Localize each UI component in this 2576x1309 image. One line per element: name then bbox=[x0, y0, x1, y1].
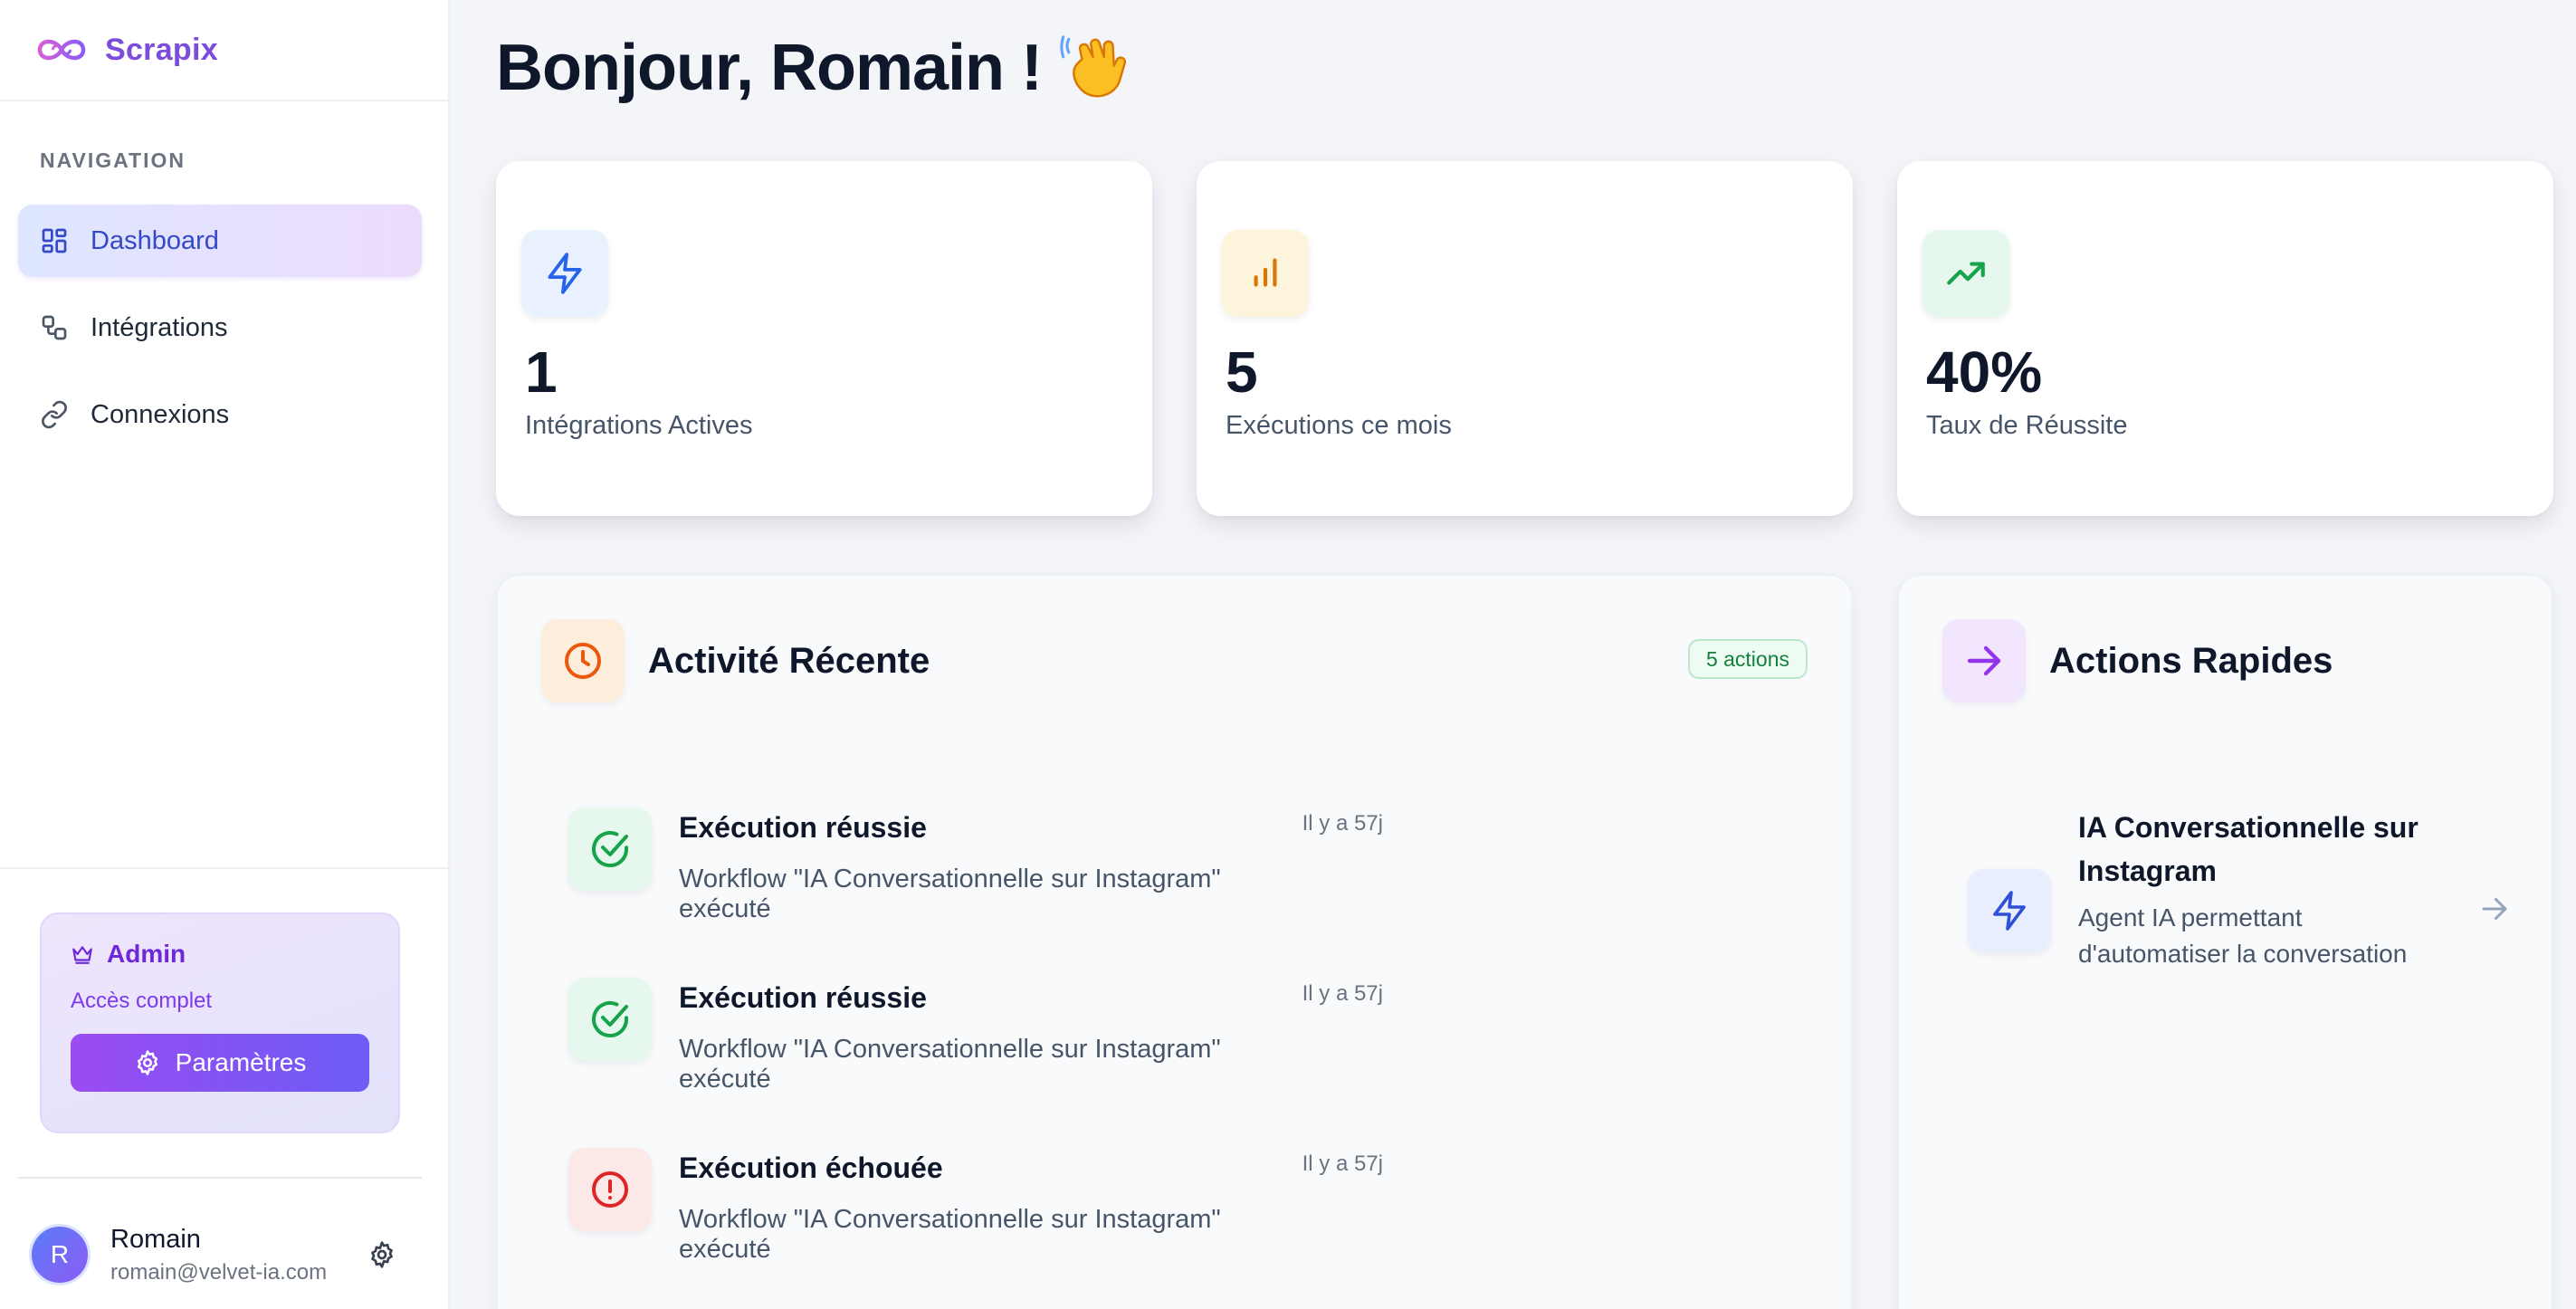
activity-status-icon bbox=[568, 807, 652, 891]
activity-time: Il y a 57j bbox=[1302, 1151, 1383, 1176]
nav-section-title: NAVIGATION bbox=[40, 148, 186, 172]
check-circle-icon bbox=[592, 1001, 628, 1037]
bar-chart-icon bbox=[1254, 258, 1277, 287]
recent-activity-panel: Activité Récente 5 actions Exécution réu… bbox=[496, 574, 1853, 1309]
actions-count-badge: 5 actions bbox=[1687, 639, 1808, 679]
arrow-right-icon bbox=[1967, 645, 2001, 676]
quick-action-description: Agent IA permettant d'automatiser la con… bbox=[2078, 903, 2408, 968]
lightning-icon bbox=[1993, 891, 2026, 931]
stat-value: 40% bbox=[1926, 339, 2043, 405]
stat-label: Taux de Réussite bbox=[1926, 411, 2128, 440]
list-item[interactable]: Exécution réussie Workflow "IA Conversat… bbox=[568, 978, 1383, 1113]
link-icon bbox=[42, 400, 67, 429]
stat-card-executions: 5 Exécutions ce mois bbox=[1197, 161, 1853, 516]
stat-label: Exécutions ce mois bbox=[1226, 411, 1452, 440]
user-email: romain@velvet-ia.com bbox=[110, 1259, 328, 1285]
brand-name: Scrapix bbox=[105, 32, 218, 67]
infinity-logo-icon bbox=[37, 39, 86, 61]
sidebar: Scrapix NAVIGATION Dashboard Intégration… bbox=[0, 0, 450, 1309]
panel-icon bbox=[541, 619, 625, 702]
activity-time: Il y a 57j bbox=[1302, 811, 1383, 836]
dashboard-grid-icon bbox=[42, 228, 67, 253]
clock-icon bbox=[565, 643, 601, 679]
waving-hand-icon bbox=[1060, 35, 1127, 98]
sidebar-nav: Dashboard Intégrations Connexions bbox=[18, 205, 422, 465]
page-title: Bonjour, Romain ! bbox=[496, 31, 1131, 105]
settings-button-label: Paramètres bbox=[175, 1048, 307, 1076]
sidebar-item-dashboard[interactable]: Dashboard bbox=[18, 205, 422, 277]
user-name: Romain bbox=[110, 1224, 201, 1254]
sidebar-item-label: Connexions bbox=[91, 399, 230, 429]
stat-icon bbox=[1222, 230, 1309, 317]
gear-icon[interactable] bbox=[367, 1240, 396, 1269]
list-item[interactable]: Exécution réussie Workflow "IA Conversat… bbox=[568, 807, 1383, 943]
quick-action-item[interactable]: IA Conversationnelle sur Instagram Agent… bbox=[1968, 806, 2511, 1041]
crown-icon bbox=[72, 946, 92, 964]
quick-action-body: IA Conversationnelle sur Instagram Agent… bbox=[2078, 806, 2440, 972]
panel-header: Actions Rapides bbox=[1942, 619, 2333, 702]
greeting-text: Bonjour, Romain ! bbox=[496, 32, 1043, 104]
arrow-right-icon[interactable] bbox=[2478, 893, 2511, 925]
activity-status-icon bbox=[568, 1148, 652, 1231]
activity-description: Workflow "IA Conversationnelle sur Insta… bbox=[679, 1205, 1221, 1264]
quick-action-title: IA Conversationnelle sur Instagram bbox=[2078, 811, 2419, 887]
activity-title: Exécution réussie bbox=[679, 981, 927, 1014]
activity-body: Exécution échouée Workflow "IA Conversat… bbox=[679, 1148, 1302, 1284]
admin-card: Admin Accès complet Paramètres bbox=[40, 912, 400, 1133]
activity-status-icon bbox=[568, 978, 652, 1061]
stat-card-integrations: 1 Intégrations Actives bbox=[496, 161, 1152, 516]
activity-title: Exécution échouée bbox=[679, 1151, 943, 1184]
quick-action-icon bbox=[1968, 869, 2051, 952]
activity-time: Il y a 57j bbox=[1302, 981, 1383, 1006]
activity-body: Exécution réussie Workflow "IA Conversat… bbox=[679, 978, 1302, 1113]
brand[interactable]: Scrapix bbox=[0, 0, 448, 101]
stat-label: Intégrations Actives bbox=[525, 411, 753, 440]
panel-title: Actions Rapides bbox=[2049, 640, 2333, 681]
admin-header: Admin bbox=[71, 940, 369, 969]
lightning-icon bbox=[548, 253, 582, 294]
stat-icon bbox=[1922, 230, 2009, 317]
panel-header: Activité Récente bbox=[541, 619, 930, 702]
sidebar-item-label: Dashboard bbox=[91, 225, 219, 255]
activity-body: Exécution réussie Workflow "IA Conversat… bbox=[679, 807, 1302, 943]
divider bbox=[18, 1177, 422, 1179]
list-item[interactable]: Exécution échouée Workflow "IA Conversat… bbox=[568, 1148, 1383, 1284]
stat-icon bbox=[521, 230, 608, 317]
sidebar-item-connexions[interactable]: Connexions bbox=[18, 378, 422, 451]
stat-value: 1 bbox=[525, 339, 558, 405]
stat-card-success-rate: 40% Taux de Réussite bbox=[1897, 161, 2553, 516]
sidebar-item-integrations[interactable]: Intégrations bbox=[18, 291, 422, 364]
admin-subtitle: Accès complet bbox=[71, 989, 213, 1013]
settings-button[interactable]: Paramètres bbox=[71, 1034, 369, 1092]
alert-circle-icon bbox=[592, 1171, 628, 1208]
sidebar-item-label: Intégrations bbox=[91, 312, 228, 342]
stat-value: 5 bbox=[1226, 339, 1258, 405]
panel-title: Activité Récente bbox=[648, 640, 930, 681]
user-info: Romain romain@velvet-ia.com bbox=[110, 1225, 367, 1285]
activity-description: Workflow "IA Conversationnelle sur Insta… bbox=[679, 865, 1221, 923]
integrations-icon bbox=[42, 315, 67, 340]
activity-title: Exécution réussie bbox=[679, 811, 927, 844]
panel-icon bbox=[1942, 619, 2026, 702]
divider bbox=[0, 867, 450, 869]
user-profile[interactable]: R Romain romain@velvet-ia.com bbox=[29, 1218, 418, 1291]
check-circle-icon bbox=[592, 831, 628, 867]
trending-up-icon bbox=[1947, 262, 1985, 285]
avatar[interactable]: R bbox=[29, 1224, 91, 1285]
gear-icon bbox=[137, 1050, 157, 1075]
admin-title: Admin bbox=[107, 940, 186, 968]
activity-description: Workflow "IA Conversationnelle sur Insta… bbox=[679, 1035, 1221, 1094]
quick-actions-panel: Actions Rapides IA Conversationnelle sur… bbox=[1897, 574, 2553, 1309]
